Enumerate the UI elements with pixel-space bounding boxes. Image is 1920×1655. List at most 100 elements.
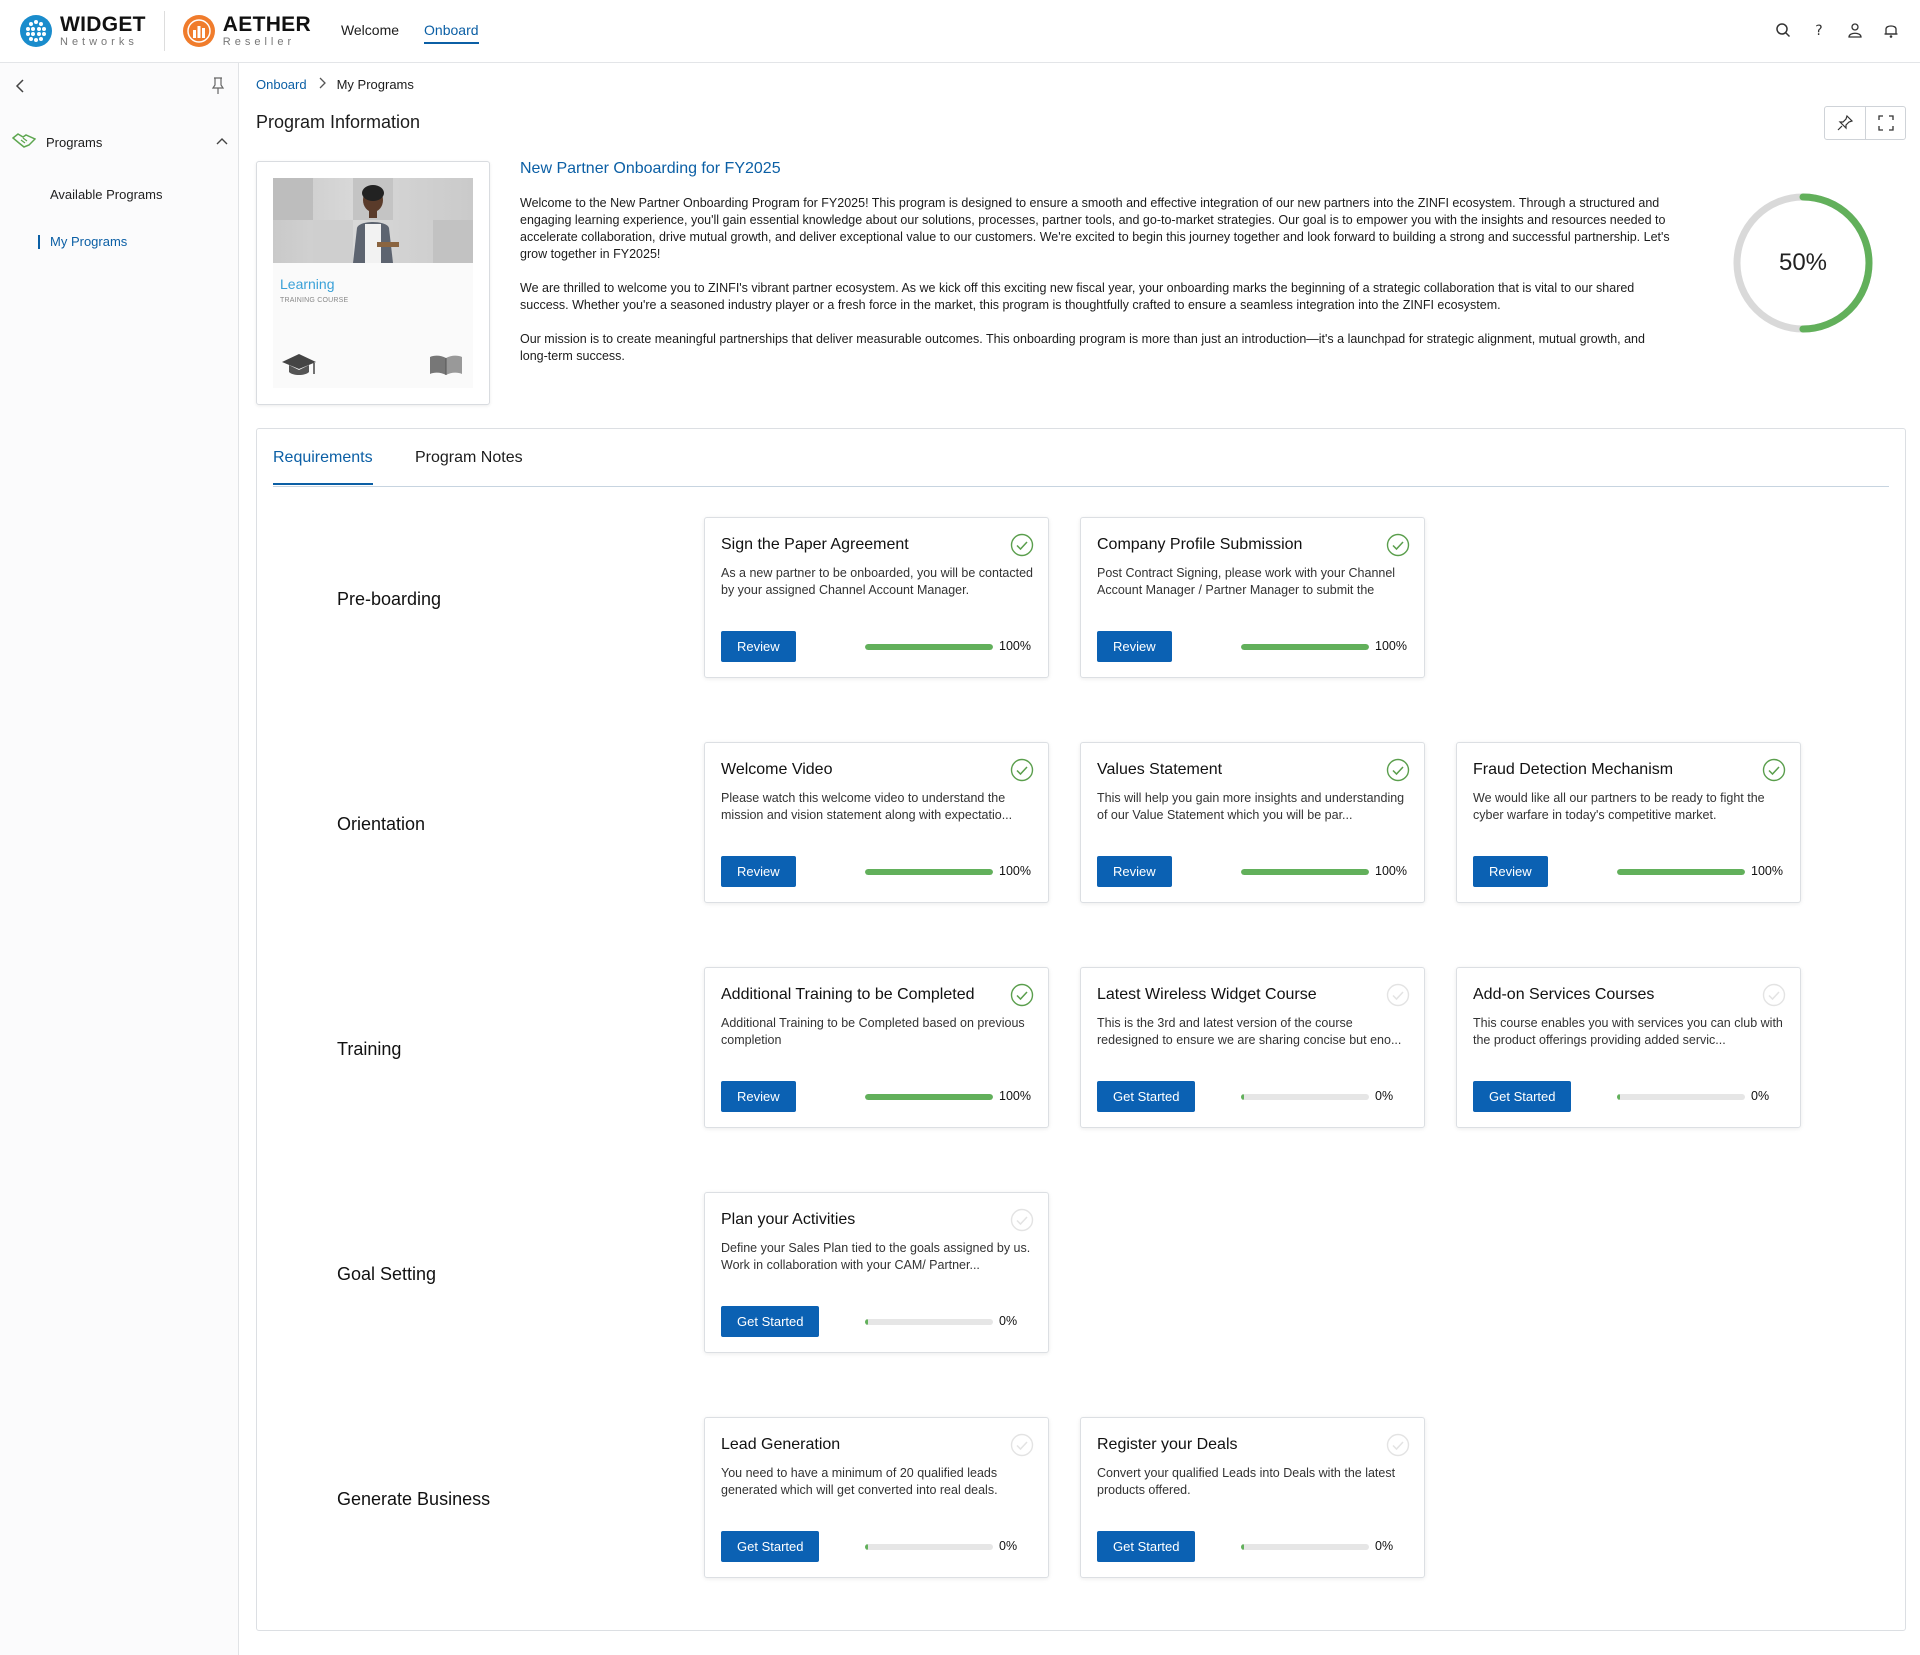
check-circle-icon	[1010, 758, 1034, 782]
tab-program-notes[interactable]: Program Notes	[415, 449, 523, 483]
progress-percentage: 100%	[1375, 639, 1407, 653]
widget-networks-logo[interactable]: WIDGET Networks	[20, 0, 146, 63]
requirement-card[interactable]: Fraud Detection Mechanism We would like a…	[1456, 742, 1801, 903]
stage-label: Orientation	[337, 814, 426, 834]
fullscreen-button[interactable]	[1865, 107, 1905, 139]
check-circle-empty-icon	[1386, 1433, 1410, 1457]
progress-percentage: 0%	[999, 1539, 1018, 1553]
progress-bar	[865, 644, 993, 650]
requirement-card[interactable]: Additional Training to be Completed Addit…	[704, 967, 1049, 1128]
program-title[interactable]: New Partner Onboarding for FY2025	[520, 160, 781, 178]
check-circle-empty-icon	[1010, 1208, 1034, 1232]
check-circle-icon	[1762, 758, 1786, 782]
card-title: Plan your Activities	[721, 1211, 856, 1228]
stage-label: Training	[337, 1039, 402, 1059]
collapse-sidebar-icon[interactable]	[12, 78, 28, 94]
svg-text:?: ?	[1815, 23, 1822, 38]
aether-reseller-logo[interactable]: AETHER Reseller	[182, 0, 311, 63]
card-description: Convert your qualified Leads into Deals …	[1097, 1466, 1396, 1497]
bell-icon[interactable]	[1882, 20, 1900, 40]
help-icon[interactable]: ?	[1810, 20, 1828, 40]
progress-bar-fill	[1617, 869, 1745, 875]
sidebar-section-label: Programs	[46, 134, 103, 150]
card-title: Sign the Paper Agreement	[721, 536, 909, 553]
card-description: Please watch this welcome video to under…	[721, 791, 1013, 822]
card-title: Welcome Video	[721, 761, 833, 778]
pin-button[interactable]	[1825, 107, 1865, 139]
get-started-button[interactable]: Get Started	[1097, 1081, 1196, 1112]
requirement-card[interactable]: Values Statement This will help you gain …	[1080, 742, 1425, 903]
globe-icon	[20, 15, 52, 47]
progress-bar	[1241, 869, 1369, 875]
thumbnail-photo	[273, 178, 473, 263]
sidebar-programs-section[interactable]: Programs	[11, 129, 230, 155]
progress-bar	[1617, 1094, 1745, 1100]
user-icon[interactable]	[1846, 20, 1864, 40]
progress-bar	[865, 869, 993, 875]
logo-sub-text: Networks	[60, 36, 138, 48]
progress-bar-fill	[1241, 1544, 1244, 1550]
progress-bar	[1617, 869, 1745, 875]
progress-percentage: 0%	[1375, 1539, 1394, 1553]
requirement-card[interactable]: Lead Generation You need to have a minimu…	[704, 1417, 1049, 1578]
breadcrumb-current: My Programs	[336, 77, 414, 92]
breadcrumb-onboard[interactable]: Onboard	[256, 77, 307, 92]
card-description: As a new partner to be onboarded, you wi…	[721, 566, 1034, 597]
requirement-card[interactable]: Welcome Video Please watch this welcome v…	[704, 742, 1049, 903]
description-paragraph: Our mission is to create meaningful part…	[520, 332, 1645, 363]
progress-percentage: 0%	[1751, 1089, 1770, 1103]
chevron-up-icon[interactable]	[214, 133, 230, 154]
card-title: Additional Training to be Completed	[721, 986, 975, 1003]
nav-onboard[interactable]: Onboard	[424, 18, 479, 44]
progress-bar	[1241, 1544, 1369, 1550]
card-title: Lead Generation	[721, 1436, 841, 1453]
requirement-card[interactable]: Register your Deals Convert your qualifie…	[1080, 1417, 1425, 1578]
progress-bar-fill	[865, 1544, 868, 1550]
review-button[interactable]: Review	[721, 856, 796, 887]
program-thumbnail-card[interactable]: Learning TRAINING COURSE	[256, 161, 490, 405]
sidebar: Programs Available Programs My Programs	[0, 63, 239, 1655]
requirement-card[interactable]: Latest Wireless Widget Course This is the…	[1080, 967, 1425, 1128]
review-button[interactable]: Review	[721, 1081, 796, 1112]
progress-percentage: 100%	[999, 639, 1031, 653]
requirement-card[interactable]: Sign the Paper Agreement As a new partner…	[704, 517, 1049, 678]
thumbnail-title: Learning	[280, 276, 335, 292]
card-title: Latest Wireless Widget Course	[1097, 986, 1317, 1003]
check-circle-empty-icon	[1386, 983, 1410, 1007]
sidebar-item-my-programs[interactable]: My Programs	[50, 234, 127, 249]
review-button[interactable]: Review	[1097, 856, 1172, 887]
requirement-card[interactable]: Add-on Services Courses This course enabl…	[1456, 967, 1801, 1128]
progress-percentage: 100%	[999, 864, 1031, 878]
nav-welcome[interactable]: Welcome	[341, 18, 399, 44]
pin-icon[interactable]	[210, 76, 226, 96]
requirement-card[interactable]: Company Profile Submission Post Contract …	[1080, 517, 1425, 678]
tab-bar: Requirements Program Notes	[273, 429, 1889, 487]
top-bar: WIDGET Networks AETHER Reseller Welcome …	[0, 0, 1920, 63]
get-started-button[interactable]: Get Started	[1097, 1531, 1196, 1562]
get-started-button[interactable]: Get Started	[721, 1306, 820, 1337]
stage-label: Goal Setting	[337, 1264, 437, 1284]
chart-logo-icon	[182, 15, 215, 47]
review-button[interactable]: Review	[1473, 856, 1548, 887]
progress-bar-fill	[1241, 644, 1369, 650]
card-description: This is the 3rd and latest version of th…	[1097, 1016, 1402, 1047]
sidebar-item-available-programs[interactable]: Available Programs	[50, 187, 162, 202]
tab-requirements[interactable]: Requirements	[273, 449, 373, 485]
logo-main-text: WIDGET	[60, 13, 146, 36]
main-content: Onboard My Programs Program Information	[240, 63, 1920, 1655]
progress-bar	[1241, 1094, 1369, 1100]
get-started-button[interactable]: Get Started	[1473, 1081, 1572, 1112]
card-description: You need to have a minimum of 20 qualifi…	[721, 1466, 998, 1497]
requirement-card[interactable]: Plan your Activities Define your Sales Pl…	[704, 1192, 1049, 1353]
review-button[interactable]: Review	[1097, 631, 1172, 662]
requirements-panel: Requirements Program Notes Pre-boarding S…	[256, 428, 1906, 1631]
card-description: This course enables you with services yo…	[1473, 1016, 1783, 1047]
progress-bar	[865, 1544, 993, 1550]
logo-divider	[163, 11, 165, 51]
book-icon	[429, 354, 463, 381]
progress-percentage: 50%	[1778, 249, 1828, 276]
get-started-button[interactable]: Get Started	[721, 1531, 820, 1562]
review-button[interactable]: Review	[721, 631, 796, 662]
search-icon[interactable]	[1774, 20, 1792, 40]
progress-percentage: 100%	[999, 1089, 1031, 1103]
